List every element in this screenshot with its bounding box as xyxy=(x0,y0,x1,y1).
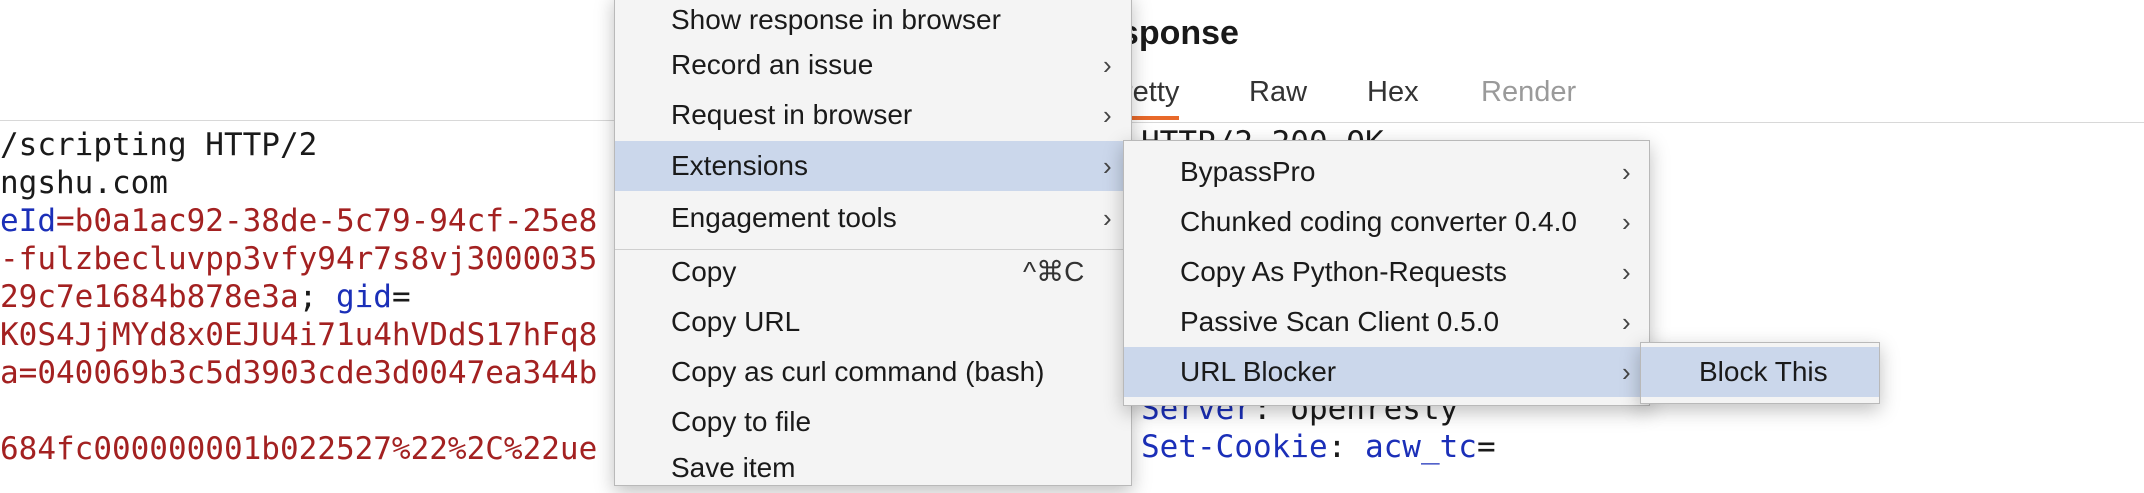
menu-item-label: Record an issue xyxy=(671,49,874,80)
chevron-right-icon: › xyxy=(1622,257,1631,287)
code-line: Set-Cookie: acw_tc= xyxy=(1141,428,1496,466)
context-menu: Show response in browser Record an issue… xyxy=(614,0,1132,486)
code-line: -fulzbecluvpp3vfy94r7s8vj3000035 xyxy=(0,240,597,278)
tab-render[interactable]: Render xyxy=(1481,76,1576,109)
code-token: =b0a1ac92-38de-5c79-94cf-25e8 xyxy=(56,203,598,239)
menu-item-record-an-issue[interactable]: Record an issue › xyxy=(615,40,1131,90)
menu-item-passive-scan-client[interactable]: Passive Scan Client 0.5.0 › xyxy=(1124,297,1649,347)
code-token: K0S4JjMYd8x0EJU4i71u4hVDdS17hFq8 xyxy=(0,317,598,353)
menu-item-label: Copy xyxy=(671,256,737,287)
menu-item-label: BypassPro xyxy=(1180,156,1316,187)
code-token: = xyxy=(1476,429,1496,465)
code-token: 29c7e1684b878e3a xyxy=(0,279,299,315)
menu-item-label: Copy to file xyxy=(671,406,812,437)
code-line: K0S4JjMYd8x0EJU4i71u4hVDdS17hFq8 xyxy=(0,316,597,354)
url-blocker-submenu: Block This xyxy=(1640,342,1880,404)
menu-item-bypasspro[interactable]: BypassPro › xyxy=(1124,147,1649,197)
code-line: 29c7e1684b878e3a; gid= xyxy=(0,278,411,316)
menu-item-chunked-coding-converter[interactable]: Chunked coding converter 0.4.0 › xyxy=(1124,197,1649,247)
menu-item-engagement-tools[interactable]: Engagement tools › xyxy=(615,193,1131,243)
menu-item-label: Extensions xyxy=(671,150,808,181)
chevron-right-icon: › xyxy=(1622,157,1631,187)
menu-item-label: Show response in browser xyxy=(671,4,1001,35)
menu-item-copy-as-python-requests[interactable]: Copy As Python-Requests › xyxy=(1124,247,1649,297)
chevron-right-icon: › xyxy=(1103,100,1112,130)
menu-item-label: Chunked coding converter 0.4.0 xyxy=(1180,206,1577,237)
active-tab-underline xyxy=(1131,116,1179,120)
code-token: acw_tc xyxy=(1364,429,1477,465)
code-token: a=040069b3c5d3903cde3d0047ea344b xyxy=(0,355,598,391)
menu-item-copy-url[interactable]: Copy URL xyxy=(615,297,1131,347)
request-divider xyxy=(0,120,620,121)
extensions-submenu: BypassPro › Chunked coding converter 0.4… xyxy=(1123,140,1650,406)
request-editor[interactable]: /scripting HTTP/2 ngshu.com eId=b0a1ac92-3… xyxy=(0,0,620,478)
code-token: 684fc000000001b022527%22%2C%22ue xyxy=(0,431,598,467)
menu-item-label: Copy As Python-Requests xyxy=(1180,256,1507,287)
shortcut-label: ^⌘C xyxy=(1023,256,1085,287)
chevron-right-icon: › xyxy=(1103,151,1112,181)
code-token: = xyxy=(391,279,411,315)
code-line: a=040069b3c5d3903cde3d0047ea344b xyxy=(0,354,597,392)
menu-item-label: URL Blocker xyxy=(1180,356,1337,387)
menu-item-label: Request in browser xyxy=(671,99,913,130)
code-line: ngshu.com xyxy=(0,164,168,202)
chevron-right-icon: › xyxy=(1622,207,1631,237)
menu-item-url-blocker[interactable]: URL Blocker › xyxy=(1124,347,1649,397)
code-token: eId xyxy=(0,203,56,239)
code-token: /scripting HTTP/2 xyxy=(0,127,318,163)
code-token: ngshu.com xyxy=(0,165,168,201)
tab-hex[interactable]: Hex xyxy=(1367,76,1419,109)
response-title: esponse xyxy=(1131,14,1239,52)
menu-item-label: Copy URL xyxy=(671,306,801,337)
code-token: gid xyxy=(335,279,392,315)
menu-item-copy[interactable]: Copy ^⌘C xyxy=(615,247,1131,297)
tab-raw[interactable]: Raw xyxy=(1249,76,1307,109)
chevron-right-icon: › xyxy=(1103,203,1112,233)
menu-item-show-response-in-browser[interactable]: Show response in browser xyxy=(615,0,1131,45)
code-line: 684fc000000001b022527%22%2C%22ue xyxy=(0,430,597,468)
menu-item-extensions[interactable]: Extensions › xyxy=(615,141,1131,191)
menu-item-label: Passive Scan Client 0.5.0 xyxy=(1180,306,1500,337)
menu-item-label: Copy as curl command (bash) xyxy=(671,356,1045,387)
response-divider xyxy=(1131,122,2144,123)
menu-item-label: Engagement tools xyxy=(671,202,897,233)
menu-item-label: Block This xyxy=(1699,356,1828,387)
code-token: Set-Cookie xyxy=(1141,429,1328,465)
menu-item-save-item[interactable]: Save item xyxy=(615,443,1131,493)
chevron-right-icon: › xyxy=(1103,50,1112,80)
menu-item-label: Save item xyxy=(671,452,796,483)
tab-pretty[interactable]: retty xyxy=(1131,76,1179,109)
code-line: eId=b0a1ac92-38de-5c79-94cf-25e8 xyxy=(0,202,597,240)
menu-item-block-this[interactable]: Block This xyxy=(1641,347,1879,397)
code-token: : xyxy=(1327,429,1365,465)
code-token: -fulzbecluvpp3vfy94r7s8vj3000035 xyxy=(0,241,598,277)
code-line: /scripting HTTP/2 xyxy=(0,126,317,164)
menu-item-request-in-browser[interactable]: Request in browser › xyxy=(615,90,1131,140)
chevron-right-icon: › xyxy=(1622,357,1631,387)
menu-item-copy-to-file[interactable]: Copy to file xyxy=(615,397,1131,447)
menu-item-copy-as-curl[interactable]: Copy as curl command (bash) xyxy=(615,347,1131,397)
chevron-right-icon: › xyxy=(1622,307,1631,337)
code-token: ; xyxy=(298,279,336,315)
